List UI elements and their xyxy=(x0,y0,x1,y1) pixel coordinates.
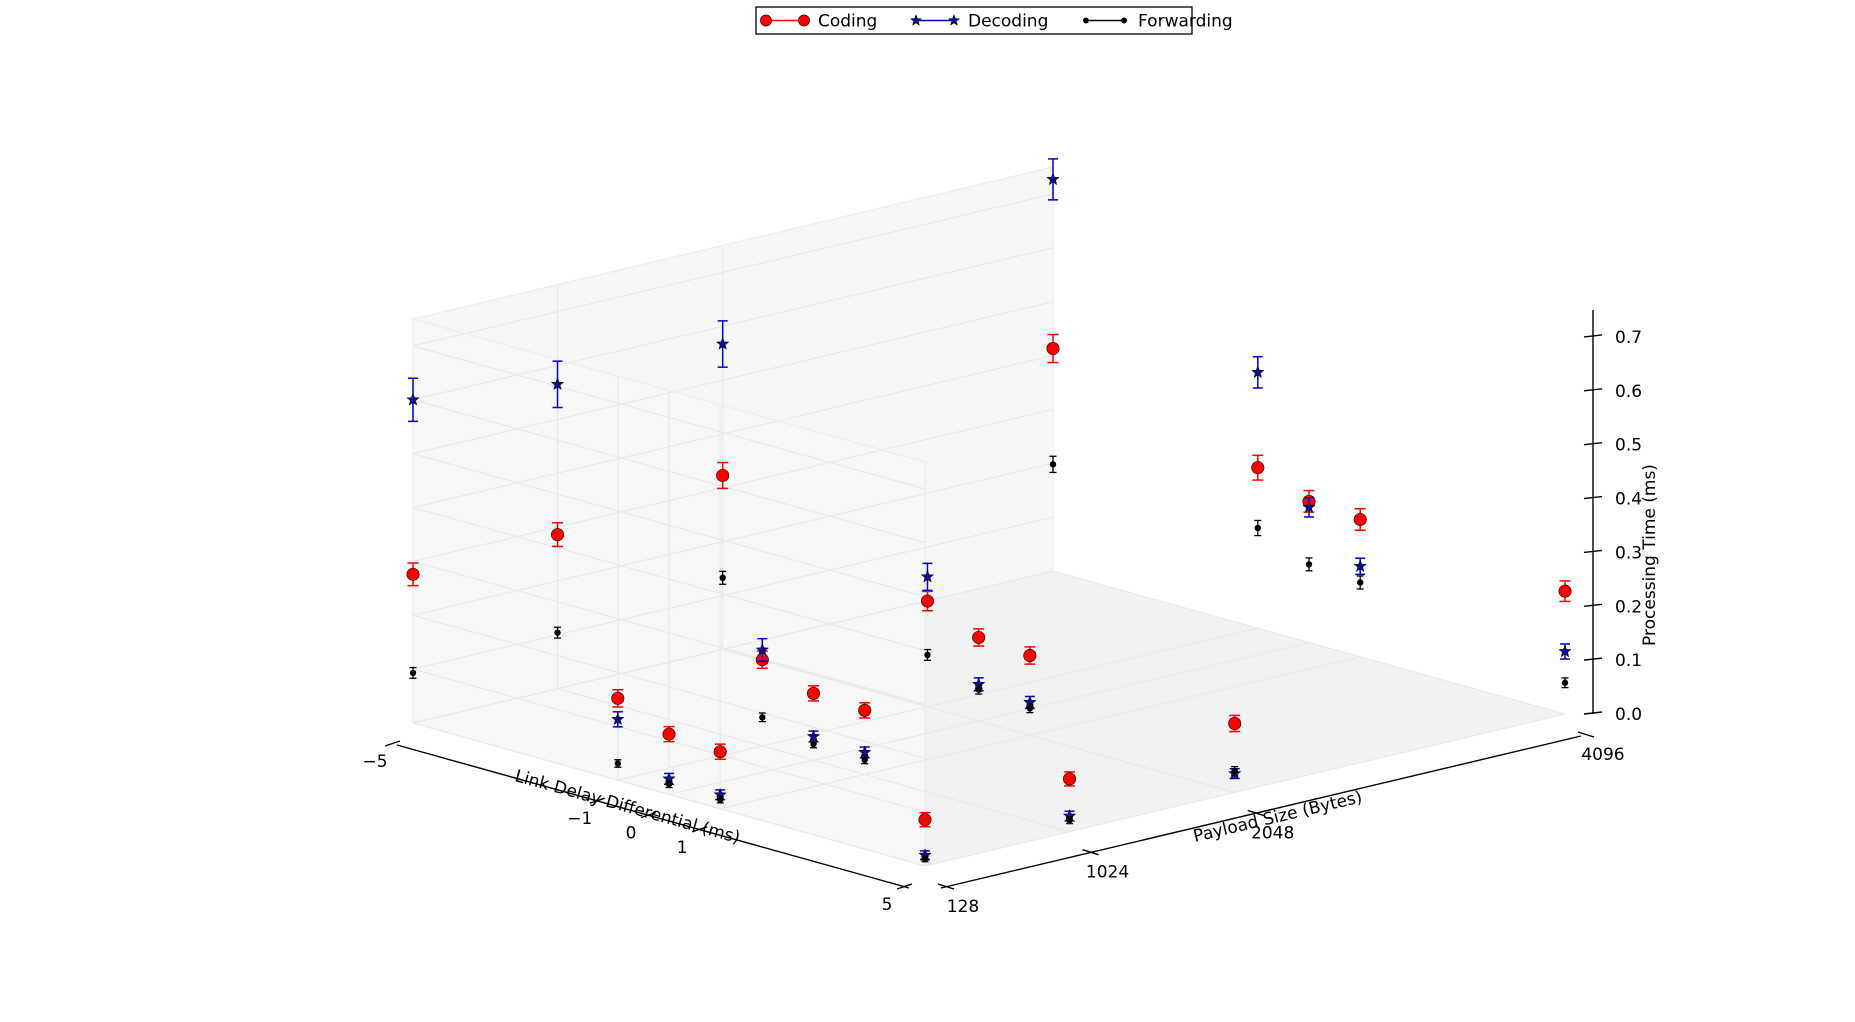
data-point-forwarding xyxy=(1305,557,1313,572)
z-tick-mark xyxy=(1583,657,1603,661)
x-tick-label-4: 5 xyxy=(882,895,893,915)
z-tick-mark xyxy=(1583,495,1603,500)
z-tick-label-7: 0.7 xyxy=(1615,328,1642,348)
data-point-coding xyxy=(1558,580,1572,603)
data-point-forwarding xyxy=(1561,677,1569,689)
axes-panes xyxy=(413,167,1565,866)
dot-marker xyxy=(924,651,931,659)
dot-marker xyxy=(921,855,929,863)
z-tick-mark xyxy=(1583,603,1603,607)
x-tick-label-3: 1 xyxy=(677,838,688,858)
dot-marker xyxy=(1254,524,1262,532)
z-tick-label-6: 0.6 xyxy=(1615,382,1642,402)
dot-marker xyxy=(1357,579,1364,586)
dot-marker xyxy=(717,796,724,803)
black-dot-line-icon xyxy=(1083,17,1089,24)
x-tick-label-0: −5 xyxy=(362,752,387,772)
z-tick-label-3: 0.3 xyxy=(1615,543,1642,563)
legend-box[interactable]: Coding Decoding Forwarding xyxy=(755,6,1233,35)
x-tick-label-2: 0 xyxy=(626,824,637,844)
circle-marker xyxy=(1023,649,1037,663)
dot-marker xyxy=(861,756,868,764)
dot-marker xyxy=(1066,817,1073,824)
circle-marker xyxy=(1558,584,1572,598)
circle-marker xyxy=(1063,772,1077,786)
circle-marker xyxy=(406,567,420,581)
y-tick-mark xyxy=(937,883,955,890)
data-point-forwarding xyxy=(1254,519,1262,537)
data-point-decoding xyxy=(1251,355,1265,389)
z-tick-label-0: 0.0 xyxy=(1615,705,1642,725)
dot-marker xyxy=(1026,705,1034,712)
dot-marker xyxy=(409,669,417,677)
z-axis-title: Processing Time (ms) xyxy=(1640,464,1660,646)
z-tick-label-4: 0.4 xyxy=(1615,490,1642,510)
z-tick-mark xyxy=(1583,441,1603,446)
data-point-coding xyxy=(1251,454,1265,481)
dot-marker xyxy=(614,760,621,767)
circle-marker xyxy=(918,813,932,827)
data-point-coding xyxy=(1353,507,1367,531)
circle-marker xyxy=(1046,342,1060,356)
legend-label-forwarding: Forwarding xyxy=(1138,12,1233,32)
x-tick-label-1: −1 xyxy=(567,809,592,829)
legend-label-coding: Coding xyxy=(818,12,877,32)
z-tick-mark xyxy=(1583,334,1603,338)
y-tick-label-3: 4096 xyxy=(1581,745,1624,765)
circle-marker xyxy=(1353,512,1367,526)
dot-marker xyxy=(975,686,982,693)
circle-marker xyxy=(972,630,986,644)
circle-marker xyxy=(858,703,872,717)
z-tick-mark xyxy=(1583,711,1603,715)
red-circle-line-icon xyxy=(798,14,810,27)
red-circle-line-icon xyxy=(760,14,772,27)
black-dot-line-icon xyxy=(1121,17,1127,24)
dot-marker xyxy=(810,740,817,748)
circle-marker xyxy=(920,594,934,608)
y-tick-label-1: 1024 xyxy=(1086,863,1129,883)
z-tick-label-2: 0.2 xyxy=(1615,597,1642,617)
data-point-decoding xyxy=(1558,643,1572,660)
y-tick-label-0: 128 xyxy=(947,897,979,917)
dot-marker xyxy=(719,574,726,582)
legend-label-decoding: Decoding xyxy=(968,12,1048,32)
dot-marker xyxy=(1049,461,1057,468)
dot-marker xyxy=(759,714,766,721)
circle-marker xyxy=(551,528,565,542)
z-tick-label-5: 0.5 xyxy=(1615,436,1642,456)
circle-marker xyxy=(1251,461,1265,475)
circle-marker xyxy=(611,691,625,705)
dot-marker xyxy=(1305,561,1313,568)
three-d-scatter-plot: −5−1015 1281024204840960.00.10.20.30.40.5… xyxy=(362,6,1660,917)
z-tick-mark xyxy=(1583,388,1603,392)
circle-marker xyxy=(713,745,727,759)
dot-marker xyxy=(1561,679,1569,686)
z-tick-mark xyxy=(1583,549,1603,554)
data-point-decoding xyxy=(1353,557,1367,576)
data-point-forwarding xyxy=(1356,575,1364,590)
z-tick-label-1: 0.1 xyxy=(1615,651,1642,671)
dot-marker xyxy=(665,781,673,788)
circle-marker xyxy=(716,468,730,482)
dot-marker xyxy=(1231,767,1238,775)
data-point-forwarding xyxy=(921,855,929,863)
dot-marker xyxy=(554,629,561,636)
figure-canvas: −5 −1 0 1 5 128 1024 2048 4096 0.0 0.1 0.2 0.3 0.4 0.5… xyxy=(0,0,1855,1022)
circle-marker xyxy=(1228,716,1242,730)
circle-marker xyxy=(662,727,676,741)
circle-marker xyxy=(807,686,821,700)
